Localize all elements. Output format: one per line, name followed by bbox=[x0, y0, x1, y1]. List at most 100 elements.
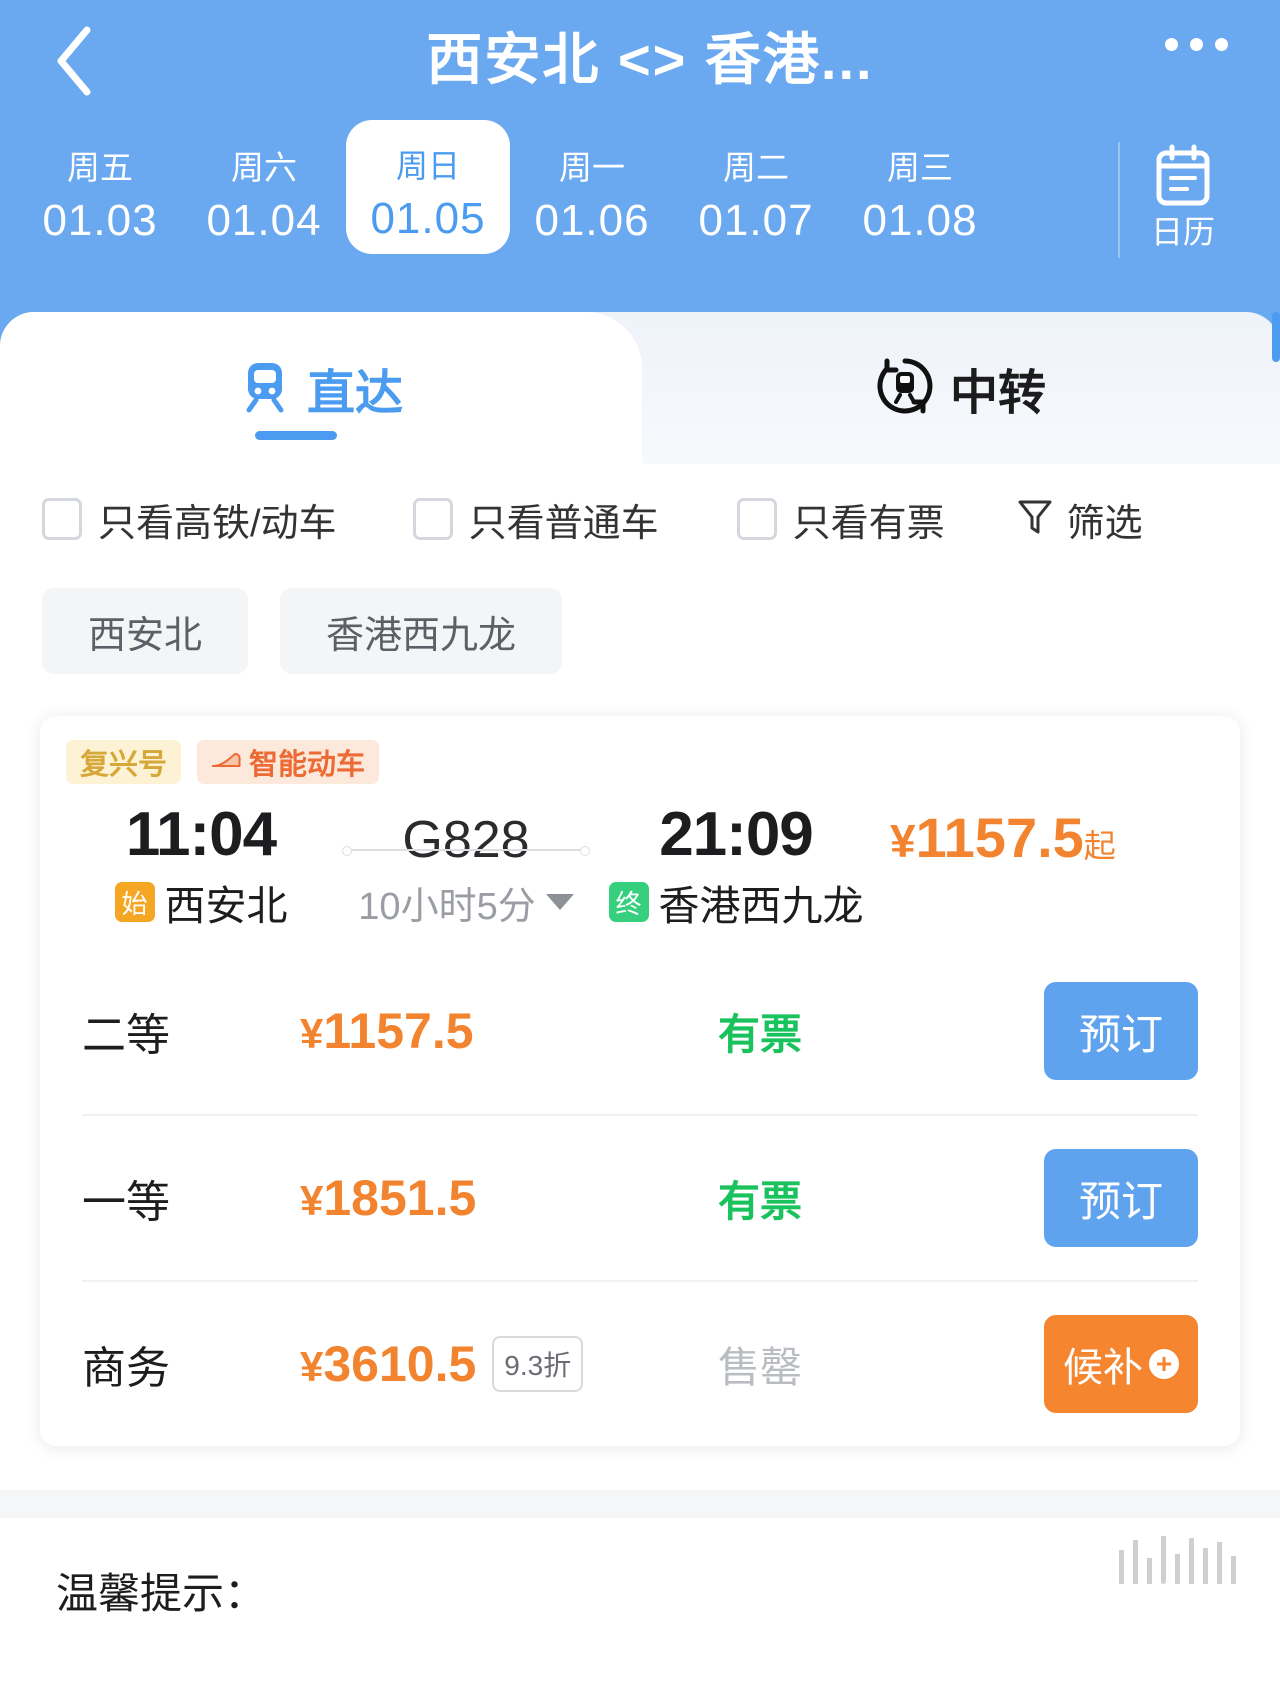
watermark bbox=[1119, 1536, 1236, 1584]
app-header: 西安北 <> 香港... 周五 01.03 周六 01.04 周日 01.05 … bbox=[0, 0, 1280, 312]
checkbox-label: 只看有票 bbox=[792, 502, 945, 545]
train-number: G828 bbox=[402, 811, 530, 869]
seat-action-cell: 候补 + bbox=[998, 1315, 1198, 1413]
seat-class-name: 商务 bbox=[82, 1344, 170, 1393]
station-chip-origin[interactable]: 西安北 bbox=[42, 588, 249, 674]
vertical-scrollbar[interactable] bbox=[1272, 312, 1280, 362]
filter-row: 只看高铁/动车 只看普通车 只看有票 筛选 bbox=[0, 464, 1280, 574]
book-button[interactable]: 预订 bbox=[1044, 1149, 1198, 1247]
back-icon[interactable] bbox=[50, 22, 98, 100]
badge-fuxing-label: 复兴号 bbox=[80, 749, 168, 781]
departure-station: 始 西安北 bbox=[66, 872, 336, 932]
end-station-tag: 终 bbox=[608, 882, 649, 922]
checkbox-box[interactable] bbox=[736, 498, 777, 540]
price-from: ¥1157.5起 bbox=[876, 805, 1240, 870]
date-item-5[interactable]: 周三 01.08 bbox=[838, 120, 1002, 250]
calendar-button[interactable]: 日历 bbox=[1120, 142, 1246, 254]
seat-status: 有票 bbox=[718, 1010, 803, 1058]
seat-price-cell: ¥1851.5 bbox=[300, 1169, 718, 1227]
date-dow: 周六 bbox=[231, 149, 297, 186]
date-item-0[interactable]: 周五 01.03 bbox=[18, 120, 182, 250]
date-item-1[interactable]: 周六 01.04 bbox=[182, 120, 346, 250]
tab-direct[interactable]: 直达 bbox=[0, 312, 642, 464]
start-station-tag: 始 bbox=[114, 882, 155, 922]
plus-circle-icon: + bbox=[1149, 1349, 1179, 1379]
departure-time: 11:04 bbox=[125, 800, 277, 869]
page-title: 西安北 <> 香港... bbox=[426, 28, 874, 91]
seat-status: 有票 bbox=[718, 1177, 803, 1225]
chevron-down-icon[interactable] bbox=[545, 894, 574, 910]
currency-symbol: ¥ bbox=[890, 815, 916, 867]
more-options-icon[interactable] bbox=[1165, 38, 1228, 51]
arrival-station-name: 香港西九龙 bbox=[658, 883, 864, 929]
seat-row-business-class: 商务 ¥3610.5 9.3折 售罄 候补 + bbox=[82, 1280, 1198, 1446]
seat-action-cell: 预订 bbox=[998, 1149, 1198, 1247]
waitlist-button[interactable]: 候补 + bbox=[1044, 1315, 1198, 1413]
seat-class-name: 二等 bbox=[82, 1011, 170, 1060]
price-suffix: 起 bbox=[1083, 828, 1116, 864]
tab-active-indicator bbox=[255, 431, 337, 440]
seat-price: ¥1157.5 bbox=[300, 1002, 474, 1060]
checkbox-high-speed-only[interactable]: 只看高铁/动车 bbox=[42, 492, 337, 547]
date-dow: 周五 bbox=[67, 149, 133, 186]
date-item-3[interactable]: 周一 01.06 bbox=[510, 120, 674, 250]
tab-direct-label: 直达 bbox=[306, 367, 403, 420]
price-amount: 1157.5 bbox=[915, 806, 1084, 869]
filter-button[interactable]: 筛选 bbox=[1017, 492, 1143, 547]
tips-title: 温馨提示： bbox=[56, 1570, 267, 1617]
seat-row-first-class: 一等 ¥1851.5 有票 预订 bbox=[82, 1114, 1198, 1280]
date-number: 01.05 bbox=[370, 194, 486, 243]
book-button[interactable]: 预订 bbox=[1044, 982, 1198, 1080]
date-number: 01.06 bbox=[534, 196, 650, 245]
checkbox-label: 只看高铁/动车 bbox=[98, 502, 337, 545]
tab-transfer-label: 中转 bbox=[949, 367, 1046, 420]
train-result-card[interactable]: 复兴号 智能动车 11:04 G828 21:09 ¥1157.5起 始 西安北… bbox=[40, 716, 1240, 1446]
train-time-row: 11:04 G828 21:09 ¥1157.5起 bbox=[40, 784, 1240, 870]
seat-price: ¥1851.5 bbox=[300, 1169, 476, 1227]
seat-class-list: 二等 ¥1157.5 有票 预订 一等 ¥1851.5 有票 预订 商务 ¥36… bbox=[40, 948, 1240, 1446]
duration-label: 10小时5分 bbox=[358, 885, 536, 928]
tab-transfer[interactable]: 中转 bbox=[642, 312, 1280, 464]
date-strip[interactable]: 周五 01.03 周六 01.04 周日 01.05 周一 01.06 周二 0… bbox=[0, 120, 1280, 312]
date-dow: 周一 bbox=[559, 149, 625, 186]
calendar-label: 日历 bbox=[1150, 214, 1215, 250]
currency-symbol: ¥ bbox=[300, 1177, 324, 1224]
bullet-train-icon bbox=[211, 746, 241, 779]
date-dow: 周日 bbox=[395, 148, 460, 184]
seat-price-cell: ¥3610.5 9.3折 bbox=[300, 1335, 718, 1393]
checkbox-normal-train-only[interactable]: 只看普通车 bbox=[412, 492, 659, 547]
date-item-2-selected[interactable]: 周日 01.05 bbox=[346, 120, 510, 254]
seat-price: ¥3610.5 bbox=[300, 1335, 476, 1393]
results-panel: 只看高铁/动车 只看普通车 只看有票 筛选 西安北 香港西九龙 复兴号 智能动车… bbox=[0, 464, 1280, 1706]
arrival-time: 21:09 bbox=[659, 800, 814, 869]
station-chip-row: 西安北 香港西九龙 bbox=[0, 574, 1280, 674]
seat-class-name: 一等 bbox=[82, 1178, 170, 1227]
duration-block[interactable]: 10小时5分 bbox=[336, 845, 596, 930]
checkbox-label: 只看普通车 bbox=[468, 502, 659, 545]
badge-smart-train: 智能动车 bbox=[197, 740, 380, 784]
departure-station-name: 西安北 bbox=[164, 883, 288, 929]
date-dow: 周二 bbox=[723, 149, 789, 186]
tips-section: 温馨提示： bbox=[0, 1518, 1280, 1621]
checkbox-has-tickets-only[interactable]: 只看有票 bbox=[736, 492, 945, 547]
seat-action-cell: 预订 bbox=[998, 982, 1198, 1080]
duration-line bbox=[342, 845, 590, 856]
seat-price-amount: 3610.5 bbox=[323, 1336, 477, 1392]
funnel-icon bbox=[1017, 497, 1053, 542]
filter-button-label: 筛选 bbox=[1066, 502, 1143, 545]
checkbox-box[interactable] bbox=[42, 498, 82, 540]
seat-price-cell: ¥1157.5 bbox=[300, 1002, 718, 1060]
nav-bar: 西安北 <> 香港... bbox=[0, 0, 1280, 120]
date-number: 01.03 bbox=[42, 196, 158, 245]
checkbox-box[interactable] bbox=[412, 498, 453, 540]
date-item-4[interactable]: 周二 01.07 bbox=[674, 120, 838, 250]
discount-badge: 9.3折 bbox=[492, 1336, 584, 1392]
seat-price-amount: 1851.5 bbox=[323, 1170, 477, 1226]
train-badges: 复兴号 智能动车 bbox=[40, 728, 1240, 784]
currency-symbol: ¥ bbox=[300, 1343, 324, 1390]
station-chip-destination[interactable]: 香港西九龙 bbox=[280, 588, 563, 674]
seat-price-amount: 1157.5 bbox=[323, 1003, 474, 1059]
calendar-icon bbox=[1120, 142, 1246, 210]
train-front-icon bbox=[239, 359, 291, 418]
seat-row-second-class: 二等 ¥1157.5 有票 预订 bbox=[82, 948, 1198, 1114]
